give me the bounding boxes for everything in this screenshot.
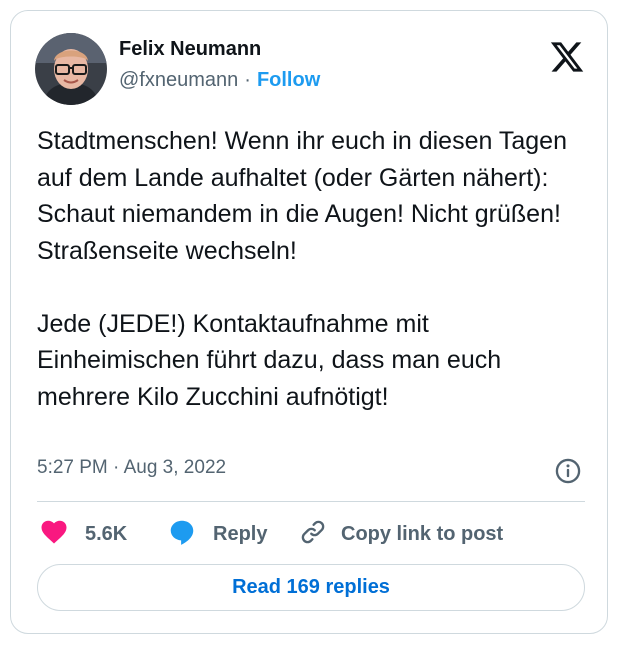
divider: [37, 501, 585, 502]
link-icon: [299, 518, 327, 551]
like-count: 5.6K: [85, 522, 128, 545]
copy-link-button[interactable]: Copy link to post: [299, 517, 503, 551]
read-replies-button[interactable]: Read 169 replies: [37, 564, 585, 611]
tweet-paragraph: Jede (JEDE!) Kontaktaufnahme mit Einheim…: [37, 309, 502, 411]
tweet-text: Stadtmenschen! Wenn ihr euch in diesen T…: [37, 123, 597, 415]
author-name[interactable]: Felix Neumann: [119, 38, 261, 61]
tweet-timestamp[interactable]: 5:27 PM · Aug 3, 2022: [37, 457, 226, 479]
info-icon[interactable]: [554, 457, 582, 485]
speech-bubble-icon: [167, 517, 197, 552]
separator-dot: ·: [244, 69, 251, 91]
author-handle-row: @fxneumann · Follow: [119, 69, 320, 92]
avatar-image: [35, 33, 107, 105]
tweet-card: Felix Neumann @fxneumann · Follow Stadtmen…: [10, 10, 608, 634]
follow-link[interactable]: Follow: [257, 69, 320, 91]
reply-button[interactable]: Reply: [167, 517, 267, 551]
author-handle[interactable]: @fxneumann: [119, 69, 238, 91]
heart-icon: [39, 517, 69, 552]
reply-label: Reply: [213, 522, 268, 545]
tweet-paragraph: Stadtmenschen! Wenn ihr euch in diesen T…: [37, 127, 567, 265]
like-button[interactable]: 5.6K: [39, 517, 127, 551]
avatar[interactable]: [35, 33, 107, 105]
copy-link-label: Copy link to post: [341, 522, 504, 545]
x-logo-icon[interactable]: [549, 39, 585, 75]
